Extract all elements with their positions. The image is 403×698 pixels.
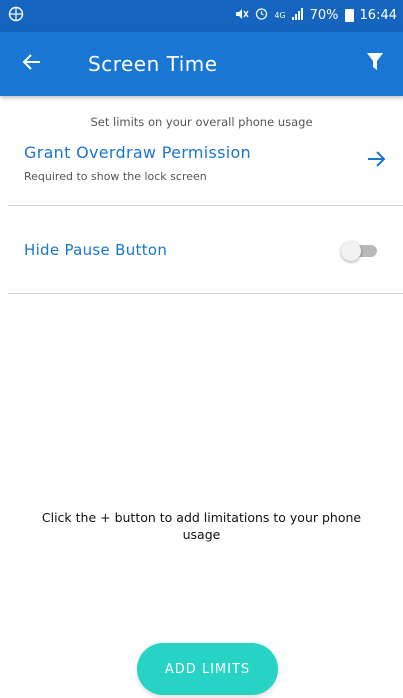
overdraw-title: Grant Overdraw Permission <box>24 143 251 162</box>
status-bar: 4G 70% 16:44 <box>0 0 403 32</box>
battery-percent: 70% <box>309 7 339 23</box>
app-bar: Screen Time <box>0 32 403 96</box>
toggle-thumb <box>341 241 361 261</box>
mute-icon <box>235 8 249 23</box>
grant-overdraw-permission-row[interactable]: Grant Overdraw Permission Required to sh… <box>0 136 403 202</box>
alarm-icon <box>255 7 268 23</box>
status-time: 16:44 <box>359 7 397 23</box>
hide-pause-toggle[interactable] <box>341 241 377 261</box>
page-title: Screen Time <box>88 52 218 76</box>
divider <box>8 293 403 294</box>
network-4g-icon: 4G <box>274 10 286 20</box>
hide-pause-label: Hide Pause Button <box>24 241 168 259</box>
arrow-right-icon[interactable] <box>365 148 387 170</box>
filter-button[interactable] <box>361 50 389 78</box>
add-limits-button[interactable]: ADD LIMITS <box>137 643 278 695</box>
empty-state-message: Click the + button to add limitations to… <box>41 510 362 542</box>
back-button[interactable] <box>18 50 46 78</box>
status-indicators: 4G 70% 16:44 <box>235 7 397 23</box>
settings-subtitle: Set limits on your overall phone usage <box>90 115 313 129</box>
hide-pause-button-row: Hide Pause Button <box>0 206 403 294</box>
arrow-left-icon <box>22 53 42 75</box>
filter-icon <box>366 52 384 76</box>
globe-icon <box>8 6 24 22</box>
overdraw-description: Required to show the lock screen <box>24 170 207 183</box>
signal-icon <box>291 7 304 23</box>
battery-icon <box>344 8 354 22</box>
